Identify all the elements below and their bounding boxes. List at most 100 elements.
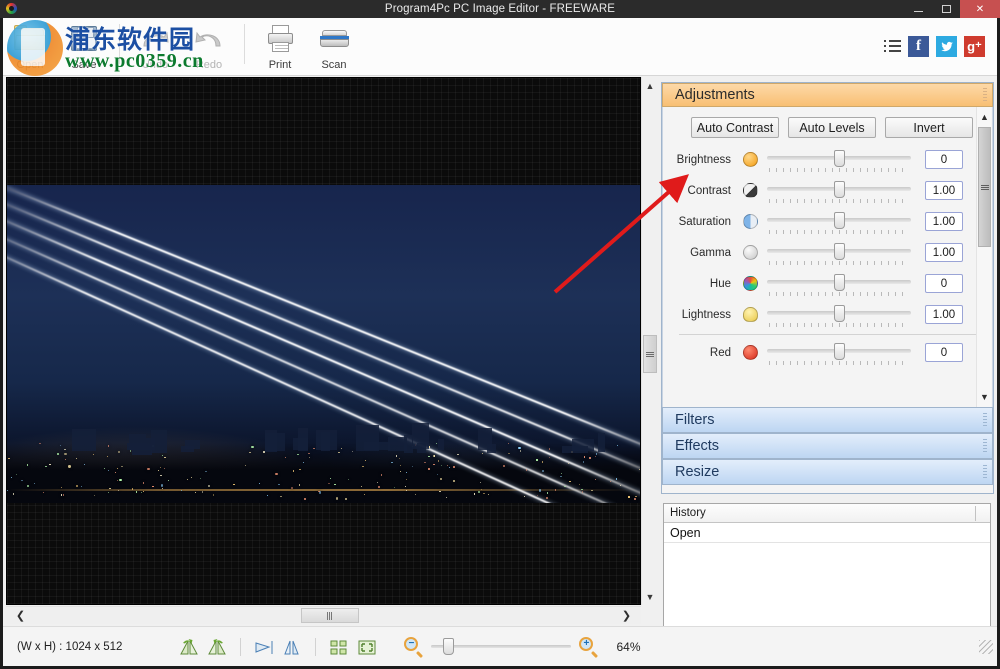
toolbar-button-redo[interactable]: Redo <box>182 18 236 74</box>
auto-levels-button[interactable]: Auto Levels <box>788 117 876 138</box>
skyline-building <box>185 440 200 450</box>
scroll-up-icon[interactable]: ▲ <box>642 77 658 94</box>
image-canvas[interactable] <box>6 77 641 605</box>
flip-horizontal-icon[interactable] <box>253 637 275 657</box>
panel-scroll-thumb[interactable] <box>978 127 991 247</box>
slider-value-brightness[interactable]: 0 <box>925 150 963 169</box>
tools-panel: Adjustments Auto Contrast Auto Levels In… <box>661 82 994 494</box>
toolbar-button-undo[interactable]: Undo <box>128 18 182 74</box>
slider-value-lightness[interactable]: 1.00 <box>925 305 963 324</box>
column-separator[interactable] <box>975 506 976 521</box>
city-light <box>76 485 78 487</box>
accordion-header-filters[interactable]: Filters <box>662 407 993 433</box>
slider-contrast[interactable] <box>767 178 911 204</box>
history-list-item[interactable]: Open <box>664 523 990 543</box>
slider-row-gamma: Gamma 1.00 <box>663 237 992 268</box>
slider-value-contrast[interactable]: 1.00 <box>925 181 963 200</box>
auto-contrast-button[interactable]: Auto Contrast <box>691 117 779 138</box>
slider-red[interactable] <box>767 340 911 366</box>
slider-label-brightness: Brightness <box>671 154 739 166</box>
rotate-right-icon[interactable] <box>206 637 228 657</box>
slider-brightness[interactable] <box>767 147 911 173</box>
grip-dots-icon <box>983 439 987 454</box>
grip-dots-icon <box>983 88 987 103</box>
scroll-left-icon[interactable]: ❮ <box>12 607 29 624</box>
city-light <box>474 493 475 494</box>
toolbar-button-save[interactable]: Save <box>57 18 111 74</box>
city-light <box>136 491 137 492</box>
invert-button[interactable]: Invert <box>885 117 973 138</box>
canvas-vertical-scrollbar[interactable]: ▲ ▼ <box>641 77 657 605</box>
history-panel: History Open <box>663 503 991 639</box>
slider-hue[interactable] <box>767 271 911 297</box>
googleplus-icon[interactable]: g⁺ <box>964 36 985 57</box>
facebook-icon[interactable]: f <box>908 36 929 57</box>
slider-lightness[interactable] <box>767 302 911 328</box>
city-light <box>406 479 407 480</box>
horizontal-scroll-thumb[interactable] <box>301 608 359 623</box>
city-light <box>396 455 397 456</box>
accordion-header-adjustments[interactable]: Adjustments <box>662 83 993 107</box>
zoom-percent-label: 64% <box>616 640 640 654</box>
scroll-down-icon[interactable]: ▼ <box>642 588 658 605</box>
city-light <box>27 485 28 486</box>
accordion-header-resize[interactable]: Resize <box>662 459 993 485</box>
slider-value-saturation[interactable]: 1.00 <box>925 212 963 231</box>
city-light <box>45 466 46 467</box>
city-light <box>589 457 590 458</box>
vertical-scroll-thumb[interactable] <box>643 335 657 373</box>
fit-to-screen-icon[interactable] <box>356 637 378 657</box>
slider-value-gamma[interactable]: 1.00 <box>925 243 963 262</box>
history-header-label: History <box>670 507 706 519</box>
toolbar-button-print[interactable]: Print <box>253 18 307 74</box>
city-light <box>546 497 547 498</box>
toolbar-label-redo: Redo <box>196 59 222 71</box>
aircraft-light-trail <box>7 185 640 466</box>
crop-icon[interactable] <box>328 637 350 657</box>
skyline-building <box>412 423 429 449</box>
toolbar-button-open[interactable]: Open <box>3 18 57 74</box>
slider-row-red: Red 0 <box>663 337 992 368</box>
twitter-bird-glyph <box>940 41 954 53</box>
slider-gamma[interactable] <box>767 240 911 266</box>
panel-vertical-scrollbar[interactable]: ▲ ▼ <box>976 107 991 407</box>
slider-label-gamma: Gamma <box>671 247 739 259</box>
city-light <box>440 478 441 479</box>
slider-value-hue[interactable]: 0 <box>925 274 963 293</box>
city-light <box>542 461 543 462</box>
city-light <box>433 455 434 456</box>
slider-value-red[interactable]: 0 <box>925 343 963 362</box>
toolbar-divider-2 <box>244 24 245 64</box>
flip-vertical-icon[interactable] <box>281 637 303 657</box>
slider-saturation[interactable] <box>767 209 911 235</box>
city-light <box>428 468 429 469</box>
slider-label-saturation: Saturation <box>671 216 739 228</box>
panel-scroll-down-icon[interactable]: ▼ <box>977 389 992 405</box>
city-light <box>560 476 561 477</box>
city-light <box>191 477 192 478</box>
window-resize-grip[interactable] <box>979 640 993 654</box>
city-light <box>579 484 580 485</box>
zoom-in-icon[interactable]: + <box>579 637 598 656</box>
scanner-icon <box>317 22 351 54</box>
list-menu-icon[interactable] <box>884 40 901 53</box>
canvas-horizontal-scrollbar[interactable]: ❮ ❯ <box>6 606 641 624</box>
window-title: Program4Pc PC Image Editor - FREEWARE <box>0 0 1000 18</box>
city-light <box>438 460 439 461</box>
city-light <box>64 453 66 455</box>
zoom-out-icon[interactable]: − <box>404 637 423 656</box>
city-light <box>259 483 260 484</box>
rotate-left-icon[interactable] <box>178 637 200 657</box>
skyline-building <box>129 434 145 450</box>
zoom-slider[interactable] <box>431 637 571 657</box>
panel-scroll-up-icon[interactable]: ▲ <box>977 109 992 125</box>
slider-row-brightness: Brightness 0 <box>663 144 992 175</box>
zoom-slider-thumb[interactable] <box>443 638 454 655</box>
slider-row-saturation: Saturation 1.00 <box>663 206 992 237</box>
twitter-icon[interactable] <box>936 36 957 57</box>
floppy-disk-icon <box>67 22 101 54</box>
slider-label-red: Red <box>671 347 739 359</box>
scroll-right-icon[interactable]: ❯ <box>618 607 635 624</box>
toolbar-button-scan[interactable]: Scan <box>307 18 361 74</box>
accordion-header-effects[interactable]: Effects <box>662 433 993 459</box>
